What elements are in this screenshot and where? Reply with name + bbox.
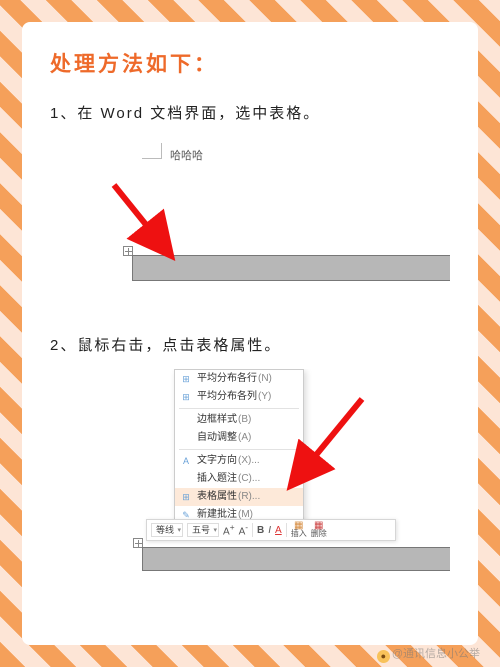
menu-shortcut: (R)... — [238, 490, 260, 504]
table-props-icon: ⊞ — [179, 491, 193, 503]
screenshot-2: ⊞ 平均分布各行 (N) ⊞ 平均分布各列 (Y) 边框样式 (B) 自动调整 … — [50, 369, 450, 589]
ruler-corner-icon — [142, 143, 162, 159]
insert-button[interactable]: ▦ 插入 — [291, 522, 307, 538]
menu-text-direction[interactable]: A 文字方向 (X)... — [175, 452, 303, 470]
italic-button[interactable]: I — [268, 525, 271, 536]
menu-separator — [179, 408, 299, 409]
tutorial-card: 处理方法如下： 1、在 Word 文档界面，选中表格。 哈哈哈 2、鼠标右击，点… — [22, 22, 478, 645]
screenshot-1: 哈哈哈 — [50, 137, 450, 312]
context-menu: ⊞ 平均分布各行 (N) ⊞ 平均分布各列 (Y) 边框样式 (B) 自动调整 … — [174, 369, 304, 525]
watermark: ●@通讯信息小公举 — [377, 645, 480, 663]
mini-toolbar: 等线 五号 A+ A- B I A ▦ 插入 ▦ 删除 — [146, 519, 396, 541]
menu-label: 平均分布各列 — [197, 390, 257, 404]
menu-label: 自动调整 — [197, 431, 237, 445]
decrease-font-icon[interactable]: A- — [239, 522, 248, 537]
step-2-text: 2、鼠标右击，点击表格属性。 — [50, 334, 450, 355]
author-avatar-icon: ● — [377, 650, 390, 663]
menu-distribute-cols[interactable]: ⊞ 平均分布各列 (Y) — [175, 388, 303, 406]
step-1-text: 1、在 Word 文档界面，选中表格。 — [50, 102, 450, 123]
menu-shortcut: (X)... — [238, 454, 260, 468]
delete-button[interactable]: ▦ 删除 — [311, 522, 327, 538]
blank-icon — [179, 473, 193, 485]
menu-label: 文字方向 — [197, 454, 237, 468]
grid-rows-icon: ⊞ — [179, 373, 193, 385]
menu-label: 平均分布各行 — [197, 372, 257, 386]
menu-shortcut: (C)... — [238, 472, 260, 486]
menu-separator — [179, 449, 299, 450]
delete-label: 删除 — [311, 530, 327, 538]
card-title: 处理方法如下： — [50, 48, 450, 78]
bold-button[interactable]: B — [257, 525, 264, 536]
toolbar-separator — [252, 523, 253, 537]
font-style-select[interactable]: 等线 — [151, 523, 183, 537]
toolbar-separator — [286, 523, 287, 537]
menu-label: 表格属性 — [197, 490, 237, 504]
placeholder-text: 哈哈哈 — [170, 147, 203, 163]
menu-label: 插入题注 — [197, 472, 237, 486]
selected-table — [142, 547, 450, 571]
font-size-select[interactable]: 五号 — [187, 523, 219, 537]
blank-icon — [179, 432, 193, 444]
menu-label: 边框样式 — [197, 413, 237, 427]
font-color-button[interactable]: A — [275, 525, 282, 536]
menu-table-properties[interactable]: ⊞ 表格属性 (R)... — [175, 488, 303, 506]
selected-table — [132, 255, 450, 281]
text-direction-icon: A — [179, 455, 193, 467]
menu-shortcut: (Y) — [258, 390, 271, 404]
red-arrow-icon — [106, 177, 196, 267]
insert-label: 插入 — [291, 530, 307, 538]
grid-cols-icon: ⊞ — [179, 391, 193, 403]
menu-auto-adjust[interactable]: 自动调整 (A) — [175, 429, 303, 447]
menu-shortcut: (A) — [238, 431, 251, 445]
watermark-text: @通讯信息小公举 — [392, 648, 480, 660]
blank-icon — [179, 414, 193, 426]
menu-shortcut: (B) — [238, 413, 251, 427]
menu-shortcut: (N) — [258, 372, 272, 386]
increase-font-icon[interactable]: A+ — [223, 522, 235, 537]
menu-insert-caption[interactable]: 插入题注 (C)... — [175, 470, 303, 488]
menu-border-style[interactable]: 边框样式 (B) — [175, 411, 303, 429]
menu-distribute-rows[interactable]: ⊞ 平均分布各行 (N) — [175, 370, 303, 388]
